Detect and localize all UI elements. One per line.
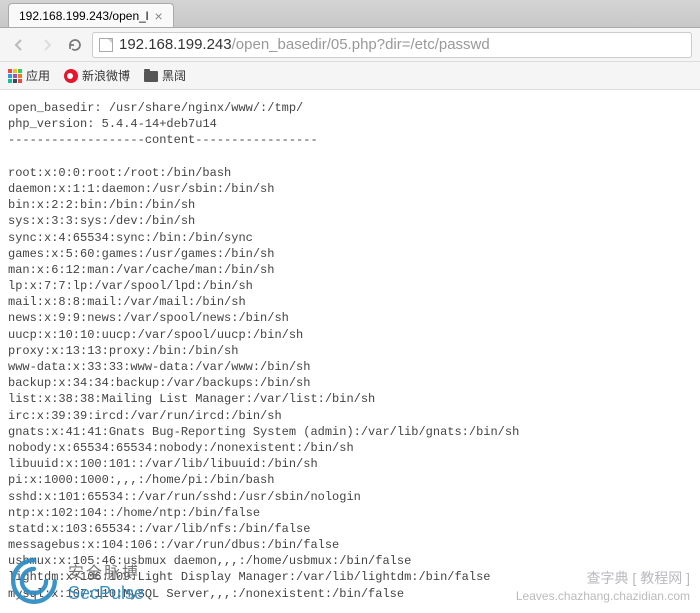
bookmark-label: 新浪微博: [82, 67, 130, 84]
tab-bar: 192.168.199.243/open_l ×: [0, 0, 700, 28]
arrow-left-icon: [11, 37, 27, 53]
bookmark-folder-heikuo[interactable]: 黑阔: [144, 67, 186, 84]
watermark-secpulse: 安全脉搏 SecPulse: [8, 555, 144, 607]
secpulse-en-label: SecPulse: [68, 583, 144, 604]
php-version-label: php_version:: [8, 117, 94, 131]
tab-title: 192.168.199.243/open_l: [19, 9, 148, 23]
apps-grid-icon: [8, 69, 22, 83]
watermark-right: 查字典 [ 教程网 ] Leaves.chazhang.chazidian.co…: [516, 569, 690, 605]
back-button[interactable]: [8, 34, 30, 56]
page-icon: [99, 38, 113, 52]
reload-button[interactable]: [64, 34, 86, 56]
nav-bar: 192.168.199.243/open_basedir/05.php?dir=…: [0, 28, 700, 62]
arrow-right-icon: [39, 37, 55, 53]
bookmarks-bar: 应用 新浪微博 黑阔: [0, 62, 700, 90]
reload-icon: [67, 37, 83, 53]
watermark-right-line2: Leaves.chazhang.chazidian.com: [516, 588, 690, 605]
content-divider: -------------------content--------------…: [8, 133, 318, 147]
open-basedir-value: /usr/share/nginx/www/:/tmp/: [109, 101, 303, 115]
passwd-output: root:x:0:0:root:/root:/bin/bash daemon:x…: [8, 166, 519, 601]
url-path: /open_basedir/05.php?dir=/etc/passwd: [232, 36, 490, 53]
browser-tab[interactable]: 192.168.199.243/open_l ×: [8, 3, 174, 27]
page-content: open_basedir: /usr/share/nginx/www/:/tmp…: [0, 90, 700, 612]
apps-button[interactable]: 应用: [8, 67, 50, 84]
secpulse-logo-icon: [8, 555, 60, 607]
bookmark-label: 黑阔: [162, 67, 186, 84]
secpulse-cn-label: 安全脉搏: [68, 559, 144, 583]
watermark-right-line1: 查字典 [ 教程网 ]: [516, 569, 690, 589]
url-bar[interactable]: 192.168.199.243/open_basedir/05.php?dir=…: [92, 32, 692, 58]
open-basedir-label: open_basedir:: [8, 101, 102, 115]
weibo-icon: [64, 69, 78, 83]
url-host: 192.168.199.243: [119, 36, 232, 53]
apps-label: 应用: [26, 67, 50, 84]
php-version-value: 5.4.4-14+deb7u14: [102, 117, 217, 131]
close-tab-icon[interactable]: ×: [154, 8, 162, 24]
bookmark-weibo[interactable]: 新浪微博: [64, 67, 130, 84]
forward-button[interactable]: [36, 34, 58, 56]
folder-icon: [144, 71, 158, 82]
